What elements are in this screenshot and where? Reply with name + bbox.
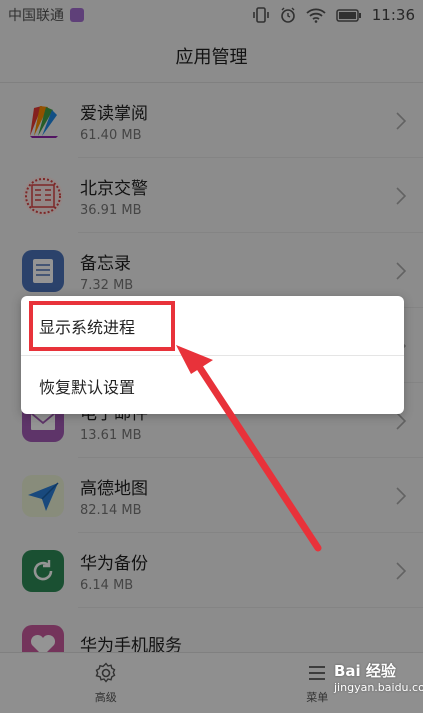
restore-default-settings-option[interactable]: 恢复默认设置 bbox=[21, 356, 404, 415]
watermark-brand: Bai 经验 bbox=[334, 662, 396, 680]
watermark-url: jingyan.baidu.com bbox=[334, 681, 423, 694]
watermark: Bai 经验 jingyan.baidu.com bbox=[334, 660, 423, 694]
highlight-box bbox=[29, 301, 175, 351]
